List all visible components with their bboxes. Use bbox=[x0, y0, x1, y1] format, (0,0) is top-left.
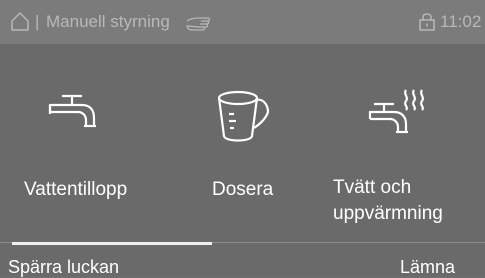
leave-button[interactable]: Lämna bbox=[400, 257, 455, 278]
tile-label: Dosera bbox=[212, 179, 274, 200]
tile-wash-heating[interactable]: Tvätt och uppvärmning bbox=[325, 44, 485, 242]
page-title: Manuell styrning bbox=[46, 12, 170, 31]
lock-icon bbox=[418, 11, 436, 31]
tile-dosing[interactable]: Dosera bbox=[160, 44, 325, 242]
heated-tap-icon bbox=[368, 88, 430, 151]
status-bar: | Manuell styrning 11:02 bbox=[0, 0, 485, 44]
water-tap-icon bbox=[48, 92, 102, 151]
title-separator: | bbox=[35, 12, 40, 31]
tile-label-line2: uppvärmning bbox=[333, 203, 443, 224]
measuring-cup-icon bbox=[216, 90, 270, 153]
tile-water-inlet[interactable]: Vattentillopp bbox=[0, 44, 160, 242]
lock-door-button[interactable]: Spärra luckan bbox=[8, 257, 119, 278]
tile-label: Vattentillopp bbox=[24, 179, 128, 200]
clock: 11:02 bbox=[440, 12, 482, 31]
home-icon[interactable] bbox=[10, 11, 30, 31]
bottom-action-bar: Spärra luckan Lämna bbox=[0, 242, 485, 278]
tile-label-line1: Tvätt och bbox=[333, 177, 412, 198]
focus-indicator bbox=[12, 242, 212, 245]
hand-icon bbox=[186, 13, 212, 31]
